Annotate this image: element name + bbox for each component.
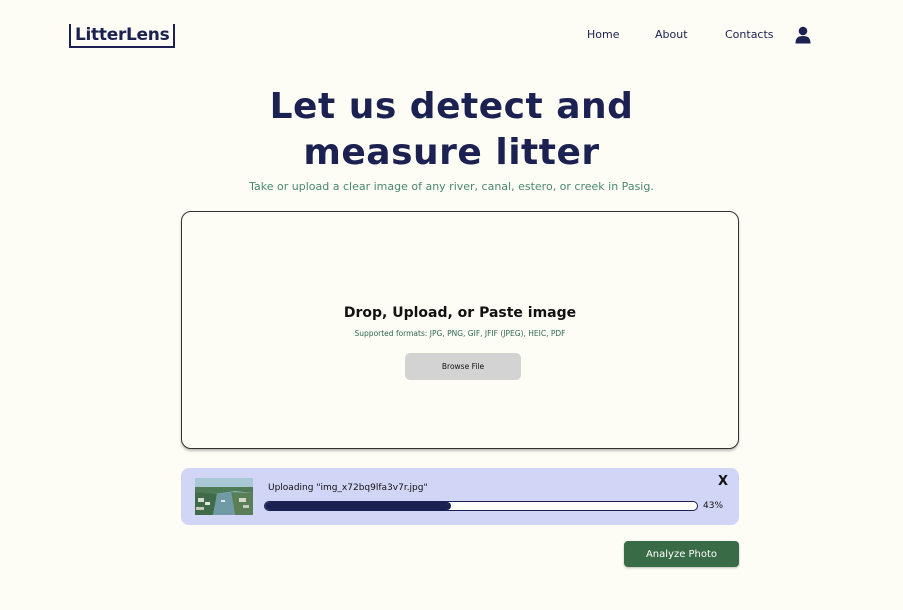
uploaded-image-thumbnail — [195, 478, 253, 515]
upload-filename-label: Uploading "img_x72bq9lfa3v7r.jpg" — [268, 483, 428, 493]
nav-contacts[interactable]: Contacts — [725, 28, 774, 42]
upload-progress-bar — [264, 501, 698, 511]
upload-progress-percent: 43% — [703, 501, 724, 511]
page-title: Let us detect and measure litter — [0, 84, 903, 176]
page-title-line-2: measure litter — [303, 132, 600, 173]
analyze-photo-button[interactable]: Analyze Photo — [624, 541, 739, 567]
page-title-line-1: Let us detect and — [269, 86, 634, 127]
image-dropzone[interactable]: Drop, Upload, or Paste image Supported f… — [181, 211, 739, 449]
cancel-upload-button[interactable]: X — [716, 475, 730, 489]
browse-file-button[interactable]: Browse File — [405, 353, 521, 380]
upload-progress-card: Uploading "img_x72bq9lfa3v7r.jpg" X 43% — [181, 468, 739, 525]
page: LitterLens Home About Contacts Let us de… — [0, 0, 903, 610]
supported-formats: Supported formats: JPG, PNG, GIF, JFIF (… — [354, 329, 566, 338]
nav-about[interactable]: About — [655, 28, 688, 42]
nav-home[interactable]: Home — [587, 28, 619, 42]
top-nav: Home About Contacts — [0, 28, 903, 44]
user-icon[interactable] — [795, 26, 811, 44]
page-subtitle: Take or upload a clear image of any rive… — [249, 180, 654, 193]
dropzone-title: Drop, Upload, or Paste image — [343, 305, 577, 321]
upload-progress-fill — [265, 502, 451, 510]
